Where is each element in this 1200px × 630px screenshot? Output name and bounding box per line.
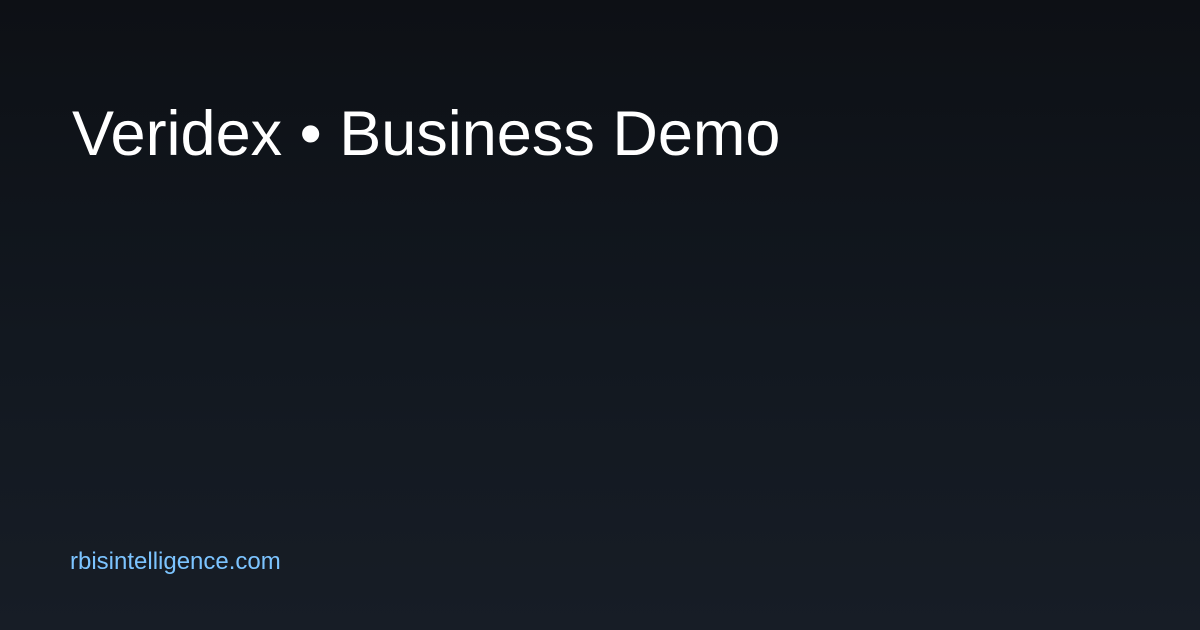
site-domain: rbisintelligence.com [70, 548, 281, 575]
page-title: Veridex • Business Demo [72, 99, 781, 169]
share-card: Veridex • Business Demo rbisintelligence… [0, 0, 1200, 630]
